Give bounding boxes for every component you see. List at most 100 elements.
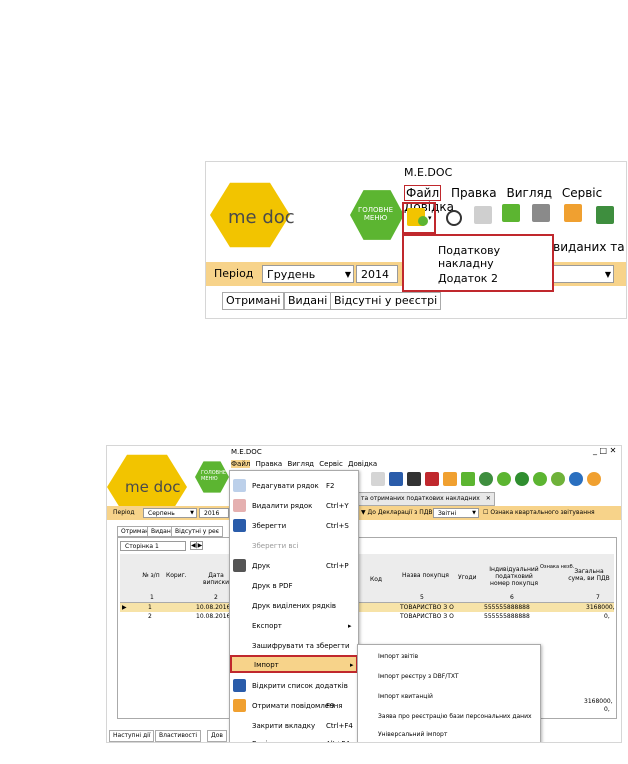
tab-reference[interactable]: Дов	[207, 730, 227, 742]
period-year-select[interactable]: 2016	[199, 508, 229, 518]
menu-edit[interactable]: Правка	[451, 186, 497, 200]
top-screenshot: M.E.DOC Файл Правка Вигляд Сервіс Довідк…	[206, 162, 626, 318]
help-icon[interactable]	[587, 472, 601, 486]
list-icon[interactable]	[502, 204, 520, 222]
delete-doc-icon[interactable]	[474, 206, 492, 224]
declaration-status-select[interactable]: Звітні ▼	[433, 508, 479, 518]
page-nav-buttons[interactable]: ◀|▶	[190, 541, 204, 550]
tab-missing-in-register[interactable]: Відсутні у реє	[171, 526, 224, 537]
page-selector[interactable]: Сторінка 1	[120, 541, 186, 551]
submenu-import-register[interactable]: Імпорт реєстру з DBF/TXT	[378, 673, 459, 680]
close-tab-icon[interactable]: ✕	[486, 495, 491, 502]
col-number: № з/п	[142, 572, 160, 579]
chevron-down-icon: ▼	[190, 510, 194, 516]
row-date: 10.08.2016	[196, 613, 231, 620]
dropdown-item-tax-invoice[interactable]: Податкову накладну	[438, 244, 552, 270]
period-month-value: Грудень	[267, 268, 316, 281]
col-ipn: Індивідуальний податковий номер покупця	[489, 566, 539, 587]
delete-row-icon	[233, 499, 246, 512]
col-index-6: 6	[510, 594, 514, 601]
row-total: 0,	[604, 613, 610, 620]
list-icon	[233, 679, 246, 692]
sign-icon[interactable]	[461, 472, 475, 486]
period-year-value: 2014	[361, 268, 389, 281]
row-buyer: ТОВАРИСТВО З О	[400, 604, 454, 611]
tab-missing-in-register[interactable]: Відсутні у реєстрі	[330, 292, 442, 310]
quarterly-checkbox[interactable]: ☐ Ознака квартального звітування	[483, 509, 595, 516]
send-icon[interactable]	[443, 472, 457, 486]
dropdown-item-addendum[interactable]: Додаток 2	[438, 272, 498, 285]
status-icon[interactable]	[551, 472, 565, 486]
chevron-right-icon: ▸	[350, 661, 354, 669]
print-icon[interactable]	[407, 472, 421, 486]
col-code: Код	[370, 576, 383, 583]
document-tab-title: та отриманих податкових накладних	[361, 495, 480, 502]
menu-item-import[interactable]: Імпорт ▸	[230, 655, 358, 673]
submenu-import-reports[interactable]: Імпорт звітів	[378, 653, 418, 660]
chevron-down-icon: ▼	[344, 270, 351, 279]
grid-header: № з/п Кориг. Дата виписки Код Назва поку…	[120, 554, 614, 603]
menu-item-exit[interactable]: Вихід Alt+F4	[230, 731, 358, 742]
menu-service[interactable]: Сервіс	[562, 186, 602, 200]
sync-icon[interactable]	[497, 472, 511, 486]
bottom-screenshot: M.E.DOC _ □ ✕ Файл Правка Вигляд Сервіс …	[107, 446, 621, 742]
menu-file[interactable]: Файл	[231, 460, 251, 468]
chevron-down-icon: ▼	[472, 510, 476, 516]
period-label: Період	[113, 509, 135, 516]
tab-properties[interactable]: Властивості	[155, 730, 201, 742]
table-row[interactable]: 2 10.08.2016 ТОВАРИСТВО З О 555555888888…	[120, 612, 614, 621]
refresh-icon[interactable]	[425, 472, 439, 486]
delete-icon[interactable]	[371, 472, 385, 486]
new-document-button[interactable]: ▾	[402, 202, 436, 234]
check-icon[interactable]	[479, 472, 493, 486]
menu-help[interactable]: Довідка	[348, 460, 377, 468]
menu-edit[interactable]: Правка	[256, 460, 283, 468]
maximize-icon[interactable]: □	[600, 446, 608, 455]
row-ipn: 555555888888	[484, 613, 530, 620]
add-row-icon[interactable]	[596, 206, 614, 224]
col-index-5: 5	[420, 594, 424, 601]
settings-icon[interactable]	[533, 472, 547, 486]
menu-view[interactable]: Вигляд	[287, 460, 314, 468]
period-year-select[interactable]: 2014	[356, 265, 398, 283]
declaration-status-value: Звітні	[438, 510, 457, 517]
send-icon[interactable]	[564, 204, 582, 222]
tab-received[interactable]: Отримані	[222, 292, 285, 310]
menu-view[interactable]: Вигляд	[506, 186, 552, 200]
tab-issued[interactable]: Видані	[284, 292, 332, 310]
period-month-select[interactable]: Серпень ▼	[143, 508, 197, 518]
document-tab[interactable]: та отриманих податкових накладних ✕	[357, 492, 495, 506]
footer-sum-1: 3168000,	[584, 698, 613, 705]
save-icon[interactable]	[389, 472, 403, 486]
row-pointer-icon: ▶	[122, 604, 127, 611]
print-icon	[233, 559, 246, 572]
main-menu-label: ГОЛОВНЕ МЕНЮ	[358, 206, 394, 222]
submenu-universal-import[interactable]: Універсальний імпорт	[378, 731, 447, 738]
close-icon[interactable]: ✕	[610, 446, 617, 455]
period-year-value: 2016	[204, 510, 220, 517]
col-correction: Кориг.	[166, 572, 187, 579]
row-number: 2	[148, 613, 152, 620]
view-icon[interactable]	[446, 210, 462, 226]
row-buyer: ТОВАРИСТВО З О	[400, 613, 454, 620]
menu-bar: Файл Правка Вигляд Сервіс Довідка	[231, 460, 383, 468]
copy-icon[interactable]	[532, 204, 550, 222]
footer-sum-2: 0,	[604, 706, 610, 713]
period-month-select[interactable]: Грудень ▼	[262, 265, 354, 283]
menu-service[interactable]: Сервіс	[319, 460, 343, 468]
row-ipn: 555555888888	[484, 604, 530, 611]
menu-item-shortcut: Alt+F4	[326, 731, 350, 742]
tab-next-actions[interactable]: Наступні дії	[109, 730, 155, 742]
minimize-icon[interactable]: _	[593, 446, 597, 455]
download-icon[interactable]	[515, 472, 529, 486]
menu-file[interactable]: Файл	[404, 185, 442, 201]
declaration-button[interactable]: ▼ До Декларації з ПДВ	[361, 509, 433, 516]
submenu-personal-data[interactable]: Заява про реєстрацію бази персональних д…	[378, 713, 532, 720]
logo-text: me doc	[228, 207, 295, 228]
main-menu-label: ГОЛОВНЕ МЕНЮ	[201, 470, 227, 482]
new-document-dropdown: Податкову накладну Додаток 2	[402, 234, 554, 292]
submenu-import-receipts[interactable]: Імпорт квитанцій	[378, 693, 433, 700]
col-agreement: Угоди	[458, 574, 477, 581]
cube-icon[interactable]	[569, 472, 583, 486]
table-row[interactable]: ▶ 1 10.08.2016 ТОВАРИСТВО З О 5555558888…	[120, 603, 615, 612]
